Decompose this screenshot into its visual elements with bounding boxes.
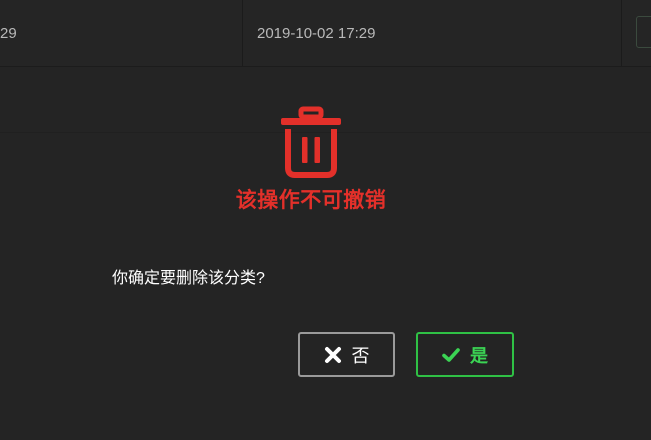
table-row: 29 2019-10-02 17:29	[0, 0, 651, 67]
page: 29 2019-10-02 17:29 该操作不可撤销 你确定要删除该分类? 否…	[0, 0, 651, 440]
row-action-button[interactable]	[636, 16, 651, 48]
table-cell: 29	[0, 25, 17, 42]
close-icon	[324, 346, 341, 363]
check-icon	[442, 347, 460, 362]
yes-button[interactable]: 是	[416, 332, 514, 377]
no-button-label: 否	[351, 345, 370, 366]
trash-icon	[281, 106, 341, 178]
yes-button-label: 是	[470, 345, 488, 366]
no-button[interactable]: 否	[298, 332, 395, 377]
column-divider	[621, 0, 622, 66]
confirm-question: 你确定要删除该分类?	[112, 270, 265, 287]
warning-title: 该操作不可撤销	[235, 189, 387, 212]
table-cell-date: 2019-10-02 17:29	[257, 25, 376, 42]
column-divider	[242, 0, 243, 66]
